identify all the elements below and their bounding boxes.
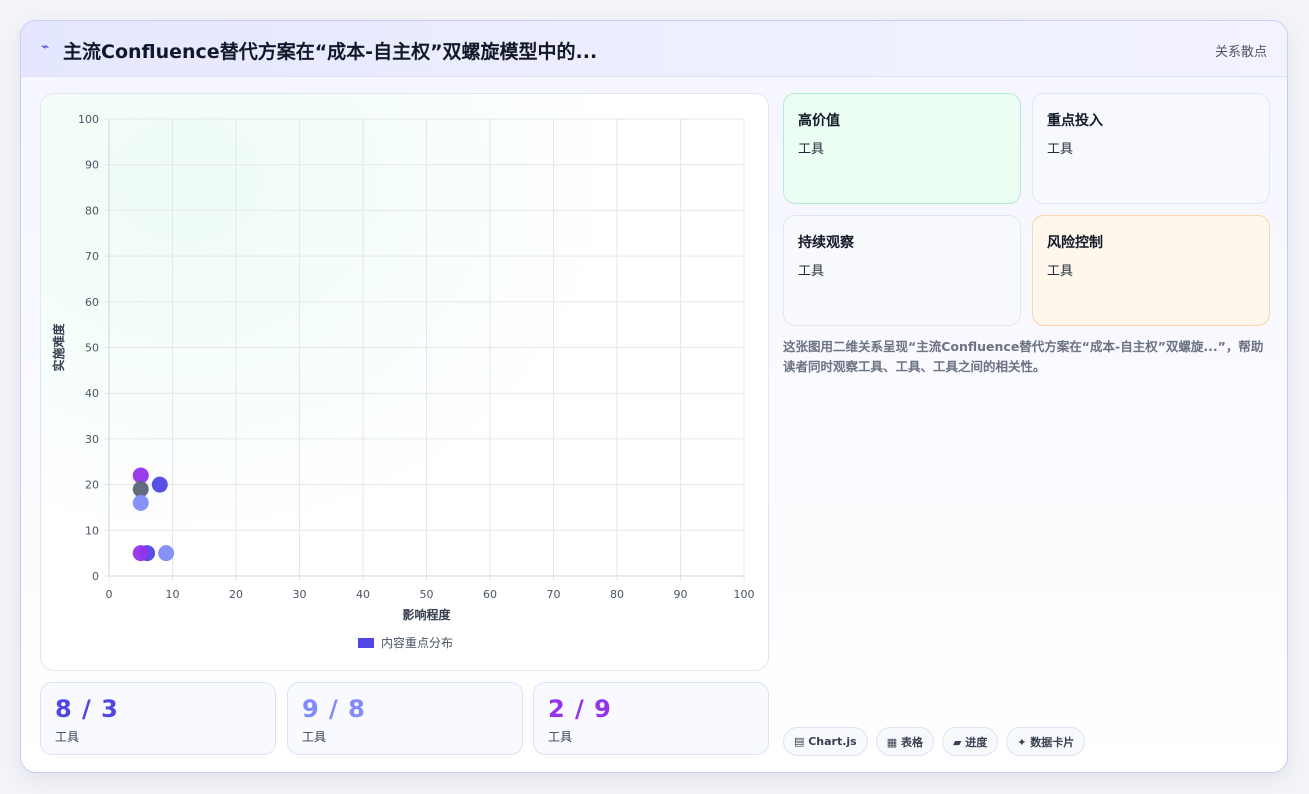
- quadrant-value: 工具: [1047, 142, 1074, 157]
- data-point: [132, 481, 149, 498]
- quadrant-title: 持续观察: [798, 235, 854, 251]
- stat-label: 工具: [302, 730, 327, 744]
- x-tick-label: 10: [166, 588, 180, 601]
- data-point: [132, 467, 149, 484]
- x-tick-label: 80: [610, 588, 624, 601]
- quadrant-risk-control: 风险控制 工具: [1032, 215, 1270, 326]
- quadrant-high-value: 高价值 工具: [783, 93, 1021, 204]
- x-tick-label: 100: [734, 588, 755, 601]
- chart-type-tag: 关系散点: [1214, 45, 1267, 60]
- x-tick-label: 0: [106, 588, 113, 601]
- pill-data-cards[interactable]: ✦ 数据卡片: [1006, 727, 1086, 756]
- stat-label: 工具: [548, 730, 573, 744]
- header: ⌁ 主流Confluence替代方案在“成本-自主权”双螺旋模型中的... 关系…: [21, 21, 1287, 77]
- y-tick-label: 90: [85, 159, 99, 172]
- y-tick-label: 30: [85, 433, 99, 446]
- x-tick-label: 30: [293, 588, 307, 601]
- main-card: ⌁ 主流Confluence替代方案在“成本-自主权”双螺旋模型中的... 关系…: [20, 20, 1288, 773]
- data-point: [132, 494, 149, 511]
- quadrant-title: 风险控制: [1047, 235, 1103, 251]
- scatter-chart: 0 10 20 30 40 50 60 70 80 90 100 0 10 20 30 40 50 60 70 80 9…: [51, 113, 755, 622]
- x-tick-label: 20: [229, 588, 243, 601]
- y-tick-label: 60: [85, 296, 99, 309]
- x-tick-label: 40: [356, 588, 370, 601]
- quadrant-watch: 持续观察 工具: [783, 215, 1021, 326]
- stat-value: 2 / 9: [548, 695, 612, 723]
- data-point: [158, 545, 175, 562]
- stat-card-1: 8 / 3 工具: [40, 682, 276, 755]
- data-point: [151, 476, 168, 493]
- legend-swatch: [358, 637, 374, 648]
- pill-chartjs[interactable]: ▤ Chart.js: [783, 727, 868, 756]
- legend-label: 内容重点分布: [381, 636, 454, 650]
- stat-card-2: 9 / 8 工具: [287, 682, 523, 755]
- bolt-icon: ⌁: [41, 39, 50, 55]
- y-tick-label: 50: [85, 342, 99, 355]
- pill-progress[interactable]: ▰ 进度: [941, 727, 999, 756]
- stat-value: 9 / 8: [302, 695, 366, 723]
- stat-label: 工具: [55, 730, 80, 744]
- x-tick-label: 60: [483, 588, 497, 601]
- quadrant-title: 高价值: [798, 113, 840, 129]
- x-tick-label: 70: [547, 588, 561, 601]
- x-tick-label: 50: [420, 588, 434, 601]
- quadrant-title: 重点投入: [1047, 113, 1103, 129]
- y-tick-label: 100: [78, 113, 99, 126]
- feature-pills: ▤ Chart.js ▦ 表格 ▰ 进度 ✦ 数据卡片: [783, 727, 1086, 756]
- chart-description: 这张图用二维关系呈现“主流Confluence替代方案在“成本-自主权”双螺旋.…: [783, 339, 1264, 374]
- stat-card-3: 2 / 9 工具: [533, 682, 769, 755]
- quadrant-value: 工具: [798, 264, 825, 279]
- data-point: [132, 545, 149, 562]
- quadrant-key-investment: 重点投入 工具: [1032, 93, 1270, 204]
- x-axis-label: 影响程度: [402, 607, 451, 622]
- y-tick-label: 20: [85, 479, 99, 492]
- y-tick-label: 80: [85, 204, 99, 217]
- pill-table[interactable]: ▦ 表格: [875, 727, 934, 756]
- stat-value: 8 / 3: [55, 695, 119, 723]
- y-tick-label: 0: [92, 570, 99, 583]
- y-tick-label: 40: [85, 387, 99, 400]
- y-axis-label: 实施难度: [51, 323, 66, 372]
- chart-legend[interactable]: 内容重点分布: [358, 634, 453, 651]
- y-tick-label: 10: [85, 524, 99, 537]
- quadrant-value: 工具: [1047, 264, 1074, 279]
- page-title: 主流Confluence替代方案在“成本-自主权”双螺旋模型中的...: [63, 41, 598, 63]
- quadrant-value: 工具: [798, 142, 825, 157]
- x-tick-label: 90: [674, 588, 688, 601]
- y-tick-label: 70: [85, 250, 99, 263]
- chart-panel: 0 10 20 30 40 50 60 70 80 90 100 0 10 20 30 40 50 60 70 80 9…: [40, 93, 769, 671]
